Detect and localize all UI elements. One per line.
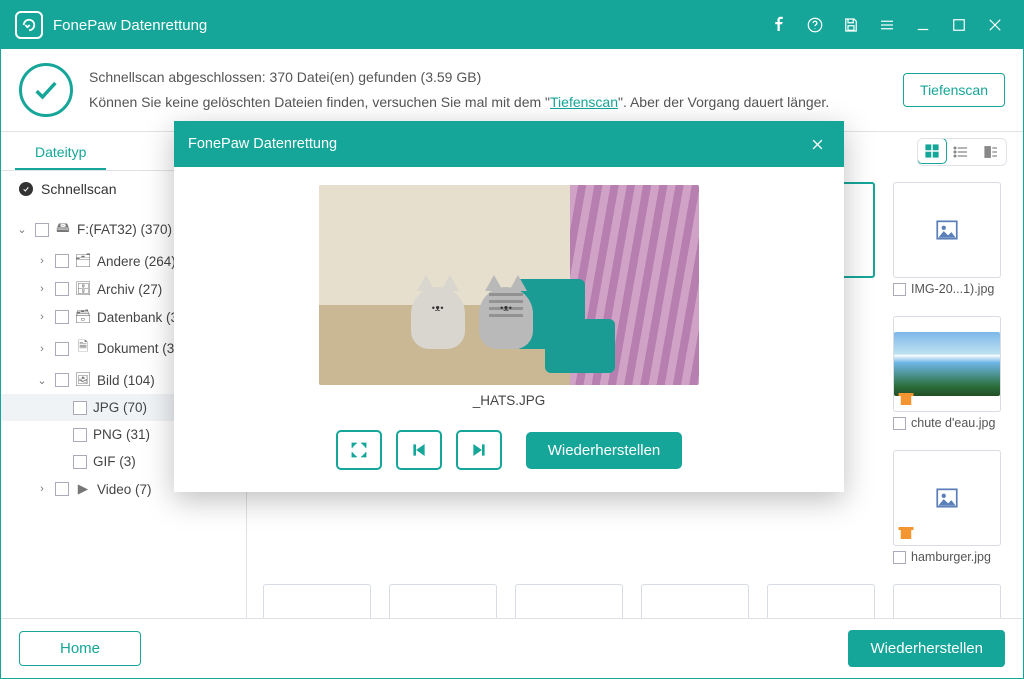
- chevron-right-icon[interactable]: ›: [35, 311, 49, 323]
- chevron-right-icon[interactable]: ›: [35, 283, 49, 295]
- drive-icon: 🖴: [55, 218, 71, 241]
- thumbnail-item[interactable]: [515, 584, 623, 619]
- deepscan-button[interactable]: Tiefenscan: [903, 73, 1005, 107]
- close-icon[interactable]: [977, 7, 1013, 43]
- thumbnail-item[interactable]: [893, 584, 1001, 619]
- bottom-bar: Home Wiederherstellen: [1, 618, 1023, 678]
- prev-button[interactable]: [396, 430, 442, 470]
- status-line2: Können Sie keine gelöschten Dateien find…: [89, 90, 829, 115]
- checkbox[interactable]: [893, 417, 906, 430]
- chevron-right-icon[interactable]: ›: [35, 255, 49, 267]
- checkbox[interactable]: [893, 283, 906, 296]
- status-text: Schnellscan abgeschlossen: 370 Datei(en)…: [89, 65, 829, 115]
- image-placeholder-icon: [934, 485, 960, 511]
- checkbox[interactable]: [73, 455, 87, 469]
- chevron-down-icon[interactable]: ⌄: [35, 374, 49, 387]
- deleted-badge-icon: [897, 390, 915, 408]
- view-list-icon[interactable]: [946, 139, 976, 165]
- view-detail-icon[interactable]: [976, 139, 1006, 165]
- chevron-right-icon[interactable]: ›: [35, 343, 49, 355]
- checkbox[interactable]: [55, 373, 69, 387]
- deepscan-link[interactable]: Tiefenscan: [550, 94, 618, 110]
- checkbox[interactable]: [55, 342, 69, 356]
- menu-icon[interactable]: [869, 7, 905, 43]
- checkbox[interactable]: [55, 310, 69, 324]
- sidebar-tab-filetype[interactable]: Dateityp: [15, 132, 106, 170]
- image-placeholder-icon: [934, 217, 960, 243]
- checkbox[interactable]: [55, 282, 69, 296]
- preview-dialog: FonePaw Datenrettung •ᴥ• •ᴥ• _HATS.JPG W…: [174, 121, 844, 492]
- save-icon[interactable]: [833, 7, 869, 43]
- recover-button[interactable]: Wiederherstellen: [848, 630, 1005, 667]
- document-icon: 🗎: [75, 337, 91, 360]
- app-logo-icon: [15, 11, 43, 39]
- image-preview: •ᴥ• •ᴥ•: [319, 185, 699, 385]
- checkbox[interactable]: [73, 428, 87, 442]
- thumbnail-item[interactable]: [263, 584, 371, 619]
- facebook-icon[interactable]: [761, 7, 797, 43]
- minimize-icon[interactable]: [905, 7, 941, 43]
- checkbox[interactable]: [55, 254, 69, 268]
- thumbnail-item[interactable]: hamburger.jpg: [893, 450, 1001, 564]
- database-icon: 🗃: [75, 309, 91, 325]
- dialog-title: FonePaw Datenrettung: [188, 136, 337, 152]
- deleted-badge-icon: [897, 524, 915, 542]
- scan-complete-icon: [19, 63, 73, 117]
- chevron-right-icon[interactable]: ›: [35, 483, 49, 495]
- preview-filename: _HATS.JPG: [473, 393, 546, 408]
- home-button[interactable]: Home: [19, 631, 141, 666]
- status-line1: Schnellscan abgeschlossen: 370 Datei(en)…: [89, 65, 829, 90]
- checkbox[interactable]: [893, 551, 906, 564]
- archive-icon: 🗄: [75, 281, 91, 297]
- thumbnail-item[interactable]: [767, 584, 875, 619]
- thumbnail-item[interactable]: chute d'eau.jpg: [893, 316, 1001, 430]
- thumbnail-item[interactable]: [389, 584, 497, 619]
- titlebar: FonePaw Datenrettung: [1, 1, 1023, 49]
- folder-icon: 🗂: [75, 253, 91, 269]
- maximize-icon[interactable]: [941, 7, 977, 43]
- checkbox[interactable]: [35, 223, 49, 237]
- thumbnail-item[interactable]: [641, 584, 749, 619]
- checkbox[interactable]: [73, 401, 87, 415]
- view-grid-icon[interactable]: [917, 138, 947, 164]
- image-preview: [894, 332, 1000, 396]
- status-strip: Schnellscan abgeschlossen: 370 Datei(en)…: [1, 49, 1023, 132]
- dialog-recover-button[interactable]: Wiederherstellen: [526, 432, 683, 469]
- next-button[interactable]: [456, 430, 502, 470]
- dialog-header: FonePaw Datenrettung: [174, 121, 844, 167]
- check-circle-icon: [19, 182, 33, 196]
- help-icon[interactable]: [797, 7, 833, 43]
- view-toggle: [917, 138, 1007, 166]
- fullscreen-button[interactable]: [336, 430, 382, 470]
- image-icon: 🖼: [75, 372, 91, 388]
- video-icon: ▶: [75, 481, 91, 497]
- dialog-close-icon[interactable]: [804, 131, 830, 157]
- app-title: FonePaw Datenrettung: [53, 17, 207, 34]
- thumbnail-item[interactable]: IMG-20...1).jpg: [893, 182, 1001, 296]
- checkbox[interactable]: [55, 482, 69, 496]
- chevron-down-icon[interactable]: ⌄: [15, 223, 29, 236]
